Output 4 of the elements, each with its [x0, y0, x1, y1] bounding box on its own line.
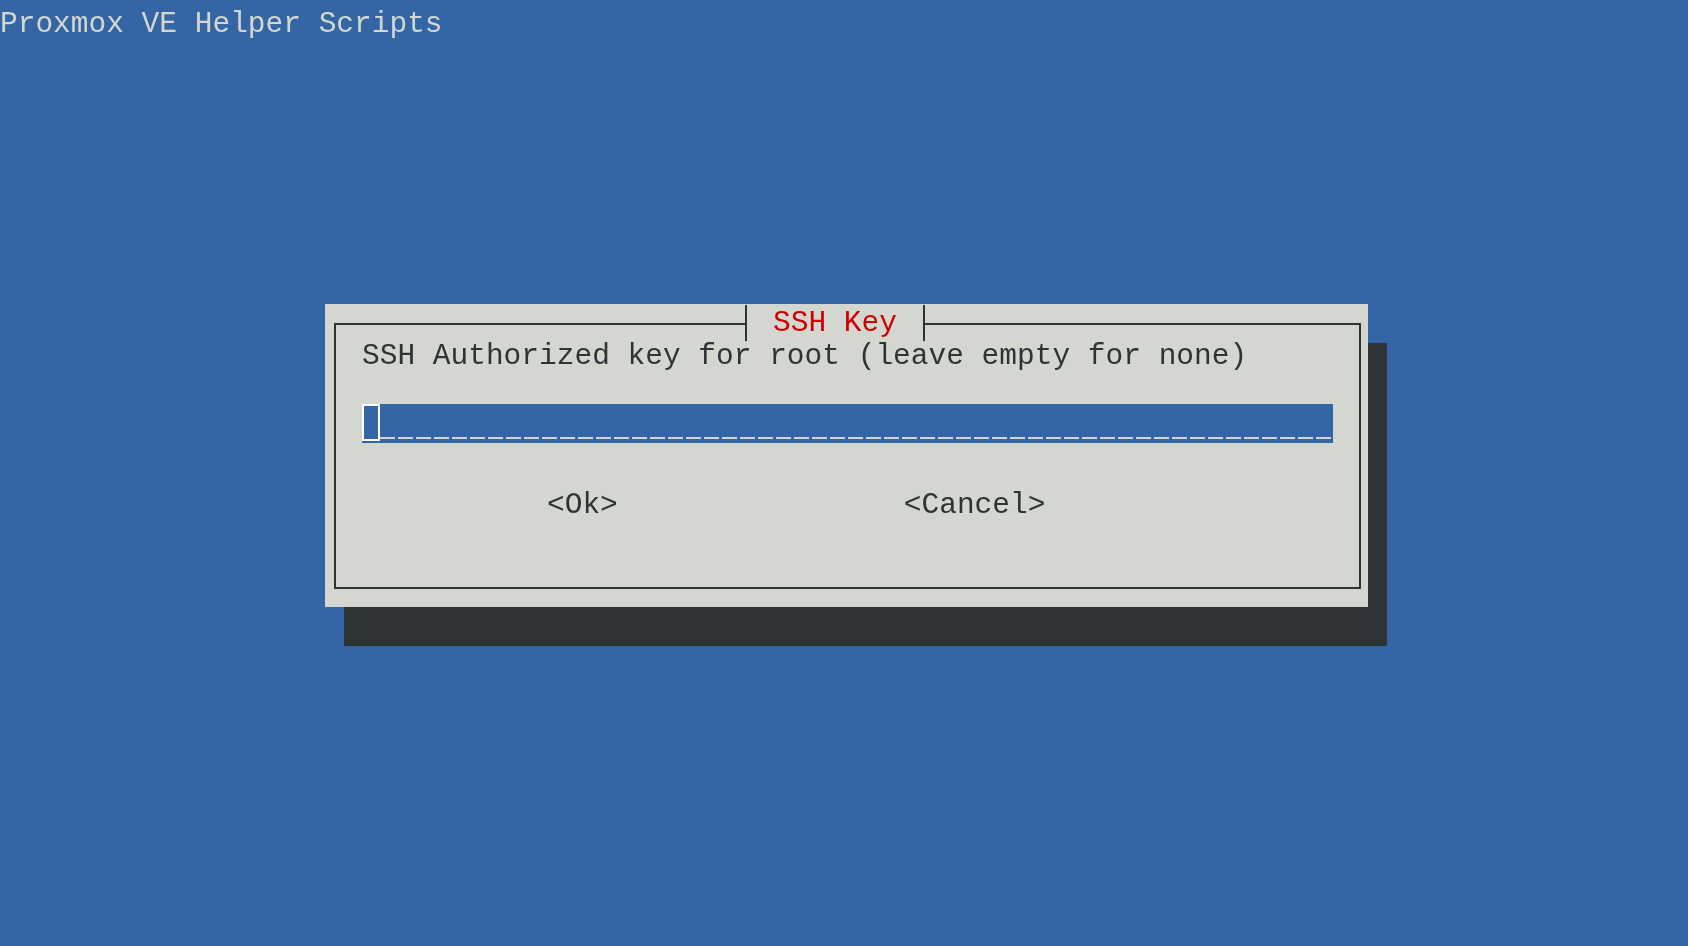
cancel-button[interactable]: <Cancel>: [903, 487, 1046, 523]
ok-button[interactable]: <Ok>: [547, 487, 618, 523]
screen-title: Proxmox VE Helper Scripts: [0, 7, 443, 41]
text-input-field[interactable]: [362, 404, 1333, 443]
